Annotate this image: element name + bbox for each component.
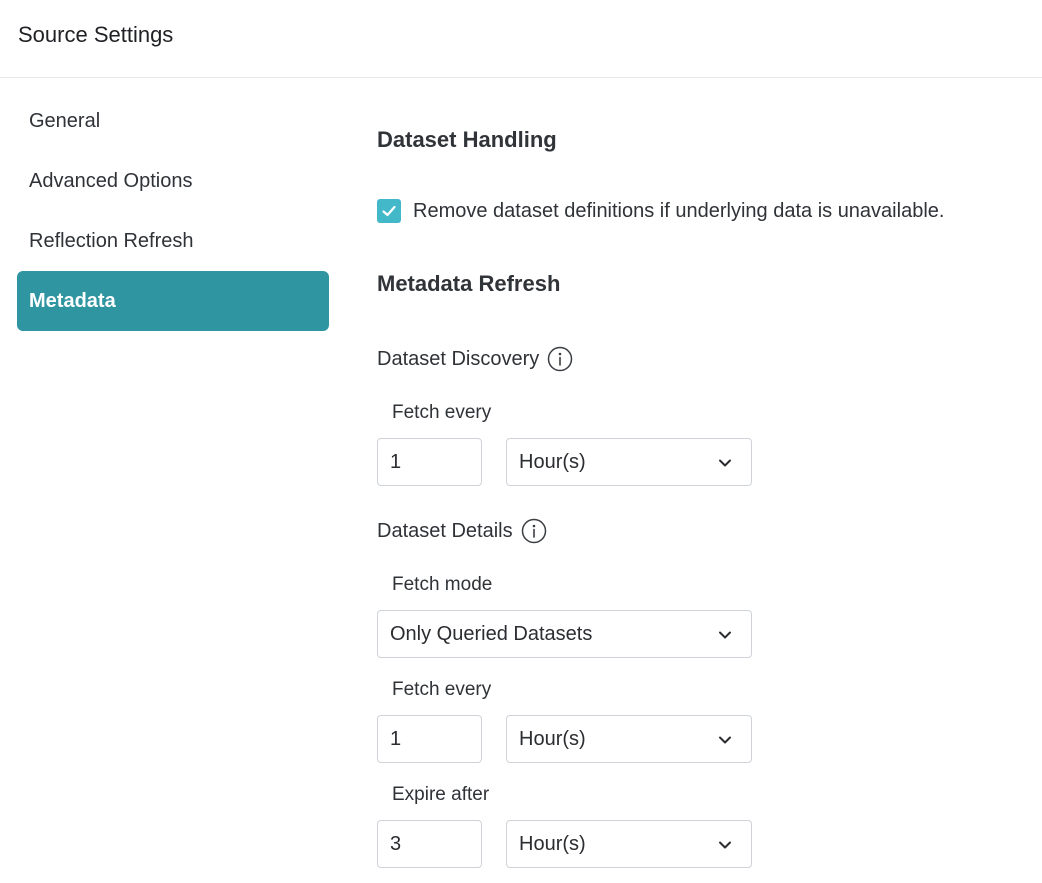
expire-after-input[interactable]: 3 — [377, 820, 482, 868]
dataset-details-label: Dataset Details — [377, 519, 513, 542]
discovery-fetch-every-label: Fetch every — [392, 402, 492, 423]
fetch-mode-value: Only Queried Datasets — [390, 623, 593, 645]
details-fetch-unit-value: Hour(s) — [519, 728, 586, 750]
chevron-down-icon — [719, 459, 731, 467]
remove-definitions-checkbox[interactable] — [377, 199, 401, 223]
page-title: Source Settings — [18, 22, 174, 47]
sidebar-item-advanced-options[interactable]: Advanced Options — [17, 151, 329, 211]
info-icon[interactable] — [547, 346, 573, 372]
chevron-down-icon — [719, 736, 731, 744]
chevron-down-icon — [719, 841, 731, 849]
expire-unit-value: Hour(s) — [519, 833, 586, 855]
discovery-unit-value: Hour(s) — [519, 451, 586, 473]
details-fetch-every-unit-select[interactable]: Hour(s) — [506, 715, 752, 763]
sidebar-item-reflection-refresh[interactable]: Reflection Refresh — [17, 211, 329, 271]
dataset-discovery-label: Dataset Discovery — [377, 347, 540, 370]
chevron-down-icon — [719, 631, 731, 639]
remove-definitions-row: Remove dataset definitions if underlying… — [377, 199, 944, 223]
dataset-handling-heading: Dataset Handling — [377, 127, 557, 152]
remove-definitions-label: Remove dataset definitions if underlying… — [413, 199, 945, 222]
info-icon[interactable] — [521, 518, 547, 544]
sidebar-item-metadata[interactable]: Metadata — [17, 271, 329, 331]
discovery-fetch-every-unit-select[interactable]: Hour(s) — [506, 438, 752, 486]
metadata-settings-panel: Dataset Handling Remove dataset definiti… — [377, 0, 1017, 883]
metadata-refresh-heading: Metadata Refresh — [377, 271, 561, 296]
dataset-discovery-heading: Dataset Discovery — [377, 346, 573, 372]
dataset-details-heading: Dataset Details — [377, 518, 547, 544]
checkmark-icon — [382, 205, 396, 217]
discovery-fetch-every-input[interactable]: 1 — [377, 438, 482, 486]
fetch-mode-select[interactable]: Only Queried Datasets — [377, 610, 752, 658]
sidebar-item-general[interactable]: General — [17, 91, 329, 151]
fetch-mode-label: Fetch mode — [392, 574, 493, 595]
details-fetch-every-label: Fetch every — [392, 679, 492, 700]
details-fetch-every-input[interactable]: 1 — [377, 715, 482, 763]
expire-after-unit-select[interactable]: Hour(s) — [506, 820, 752, 868]
sidebar-nav: General Advanced Options Reflection Refr… — [17, 91, 329, 331]
expire-after-label: Expire after — [392, 784, 490, 805]
